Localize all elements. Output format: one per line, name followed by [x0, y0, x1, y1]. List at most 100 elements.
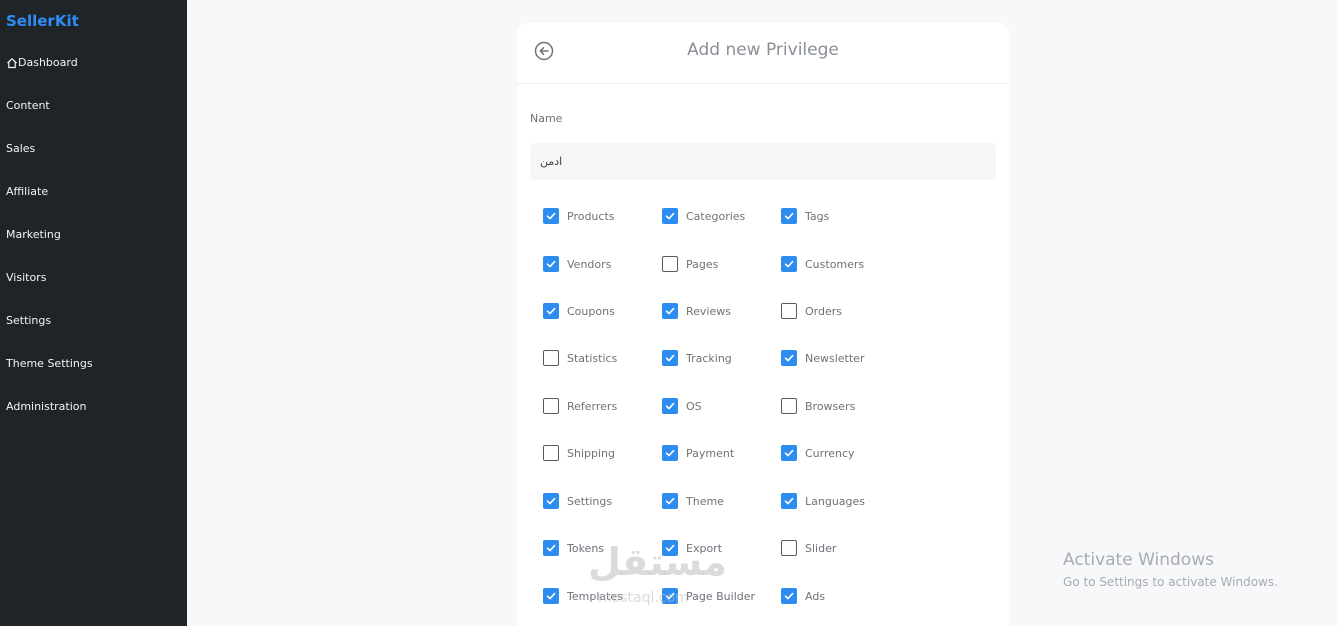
checkbox-tokens[interactable] — [543, 540, 559, 556]
sidebar-item-label: Visitors — [6, 271, 47, 284]
permission-label: Currency — [805, 446, 855, 460]
permission-languages[interactable]: Languages — [781, 493, 865, 509]
permission-label: Newsletter — [805, 351, 865, 365]
permission-label: Shipping — [567, 446, 615, 460]
page-title: Add new Privilege — [687, 40, 839, 60]
checkbox-orders[interactable] — [781, 303, 797, 319]
name-input[interactable] — [530, 143, 996, 180]
name-label: Name — [530, 112, 563, 125]
checkbox-currency[interactable] — [781, 445, 797, 461]
sidebar-item-administration[interactable]: Administration — [6, 400, 87, 413]
sidebar-item-affiliate[interactable]: Affiliate — [6, 185, 48, 198]
permission-label: Vendors — [567, 257, 612, 271]
permission-label: Tags — [805, 209, 830, 223]
sidebar-item-visitors[interactable]: Visitors — [6, 271, 46, 284]
permission-reviews[interactable]: Reviews — [662, 303, 731, 319]
permission-label: Page Builder — [686, 589, 756, 603]
sidebar-item-label: Affiliate — [6, 185, 49, 198]
checkbox-templates[interactable] — [543, 588, 559, 604]
checkbox-vendors[interactable] — [543, 256, 559, 272]
sidebar-item-label: Settings — [6, 314, 52, 327]
permission-statistics[interactable]: Statistics — [543, 350, 617, 366]
checkbox-payment[interactable] — [662, 445, 678, 461]
permission-label: Languages — [805, 494, 866, 508]
sidebar-item-label: Marketing — [6, 228, 61, 241]
permission-label: Reviews — [686, 304, 731, 318]
permission-customers[interactable]: Customers — [781, 256, 864, 272]
permission-label: Slider — [805, 541, 837, 555]
checkbox-reviews[interactable] — [662, 303, 678, 319]
sidebar-item-sales[interactable]: Sales — [6, 142, 35, 155]
sidebar-item-label: Administration — [6, 400, 87, 413]
permission-label: Browsers — [805, 399, 856, 413]
watermark-logo: مستقل — [588, 540, 727, 584]
permission-categories[interactable]: Categories — [662, 208, 745, 224]
permission-ads[interactable]: Ads — [781, 588, 825, 604]
permission-label: Orders — [805, 304, 842, 318]
card-header: Add new Privilege — [517, 23, 1009, 84]
permission-label: Pages — [686, 257, 719, 271]
permission-theme[interactable]: Theme — [662, 493, 724, 509]
sidebar-item-label: Sales — [6, 142, 36, 155]
checkbox-newsletter[interactable] — [781, 350, 797, 366]
permission-label: Statistics — [567, 351, 618, 365]
home-icon — [7, 57, 17, 68]
permission-pages[interactable]: Pages — [662, 256, 718, 272]
permission-label: Tracking — [686, 351, 732, 365]
checkbox-statistics[interactable] — [543, 350, 559, 366]
permission-browsers[interactable]: Browsers — [781, 398, 855, 414]
permission-shipping[interactable]: Shipping — [543, 445, 615, 461]
permission-currency[interactable]: Currency — [781, 445, 855, 461]
permission-referrers[interactable]: Referrers — [543, 398, 617, 414]
checkbox-tracking[interactable] — [662, 350, 678, 366]
checkbox-browsers[interactable] — [781, 398, 797, 414]
sidebar: SellerKit Dashboard Content Sales Affili… — [0, 0, 187, 626]
permission-label: Coupons — [567, 304, 615, 318]
watermark-url: mostaql.com — [598, 590, 689, 606]
checkbox-ads[interactable] — [781, 588, 797, 604]
permission-settings[interactable]: Settings — [543, 493, 612, 509]
checkbox-shipping[interactable] — [543, 445, 559, 461]
permission-label: Ads — [805, 589, 826, 603]
activate-windows-subtitle: Go to Settings to activate Windows. — [1063, 575, 1278, 589]
sidebar-item-marketing[interactable]: Marketing — [6, 228, 61, 241]
permission-label: Referrers — [567, 399, 618, 413]
checkbox-os[interactable] — [662, 398, 678, 414]
permission-label: Customers — [805, 257, 865, 271]
checkbox-categories[interactable] — [662, 208, 678, 224]
permission-coupons[interactable]: Coupons — [543, 303, 615, 319]
checkbox-theme[interactable] — [662, 493, 678, 509]
checkbox-tags[interactable] — [781, 208, 797, 224]
permission-vendors[interactable]: Vendors — [543, 256, 611, 272]
sidebar-item-settings[interactable]: Settings — [6, 314, 51, 327]
permission-os[interactable]: OS — [662, 398, 702, 414]
permission-products[interactable]: Products — [543, 208, 615, 224]
permission-label: Categories — [686, 209, 746, 223]
permission-label: Payment — [686, 446, 735, 460]
sidebar-item-dashboard[interactable]: Dashboard — [6, 56, 78, 69]
checkbox-pages[interactable] — [662, 256, 678, 272]
sidebar-item-content[interactable]: Content — [6, 99, 50, 112]
checkbox-settings[interactable] — [543, 493, 559, 509]
checkbox-languages[interactable] — [781, 493, 797, 509]
brand-logo[interactable]: SellerKit — [6, 12, 79, 30]
sidebar-item-theme-settings[interactable]: Theme Settings — [6, 357, 93, 370]
permission-newsletter[interactable]: Newsletter — [781, 350, 864, 366]
activate-windows-title: Activate Windows — [1063, 550, 1214, 570]
permission-label: OS — [686, 399, 702, 413]
permission-label: Settings — [567, 494, 613, 508]
permission-slider[interactable]: Slider — [781, 540, 836, 556]
permission-tracking[interactable]: Tracking — [662, 350, 732, 366]
permission-label: Theme — [686, 494, 724, 508]
permission-payment[interactable]: Payment — [662, 445, 734, 461]
permission-label: Products — [567, 209, 615, 223]
checkbox-customers[interactable] — [781, 256, 797, 272]
permission-orders[interactable]: Orders — [781, 303, 842, 319]
checkbox-referrers[interactable] — [543, 398, 559, 414]
sidebar-item-label: Theme Settings — [6, 357, 93, 370]
checkbox-slider[interactable] — [781, 540, 797, 556]
checkbox-coupons[interactable] — [543, 303, 559, 319]
privilege-form-card: Add new Privilege Name Products Categorie… — [517, 23, 1009, 626]
checkbox-products[interactable] — [543, 208, 559, 224]
permission-tags[interactable]: Tags — [781, 208, 829, 224]
